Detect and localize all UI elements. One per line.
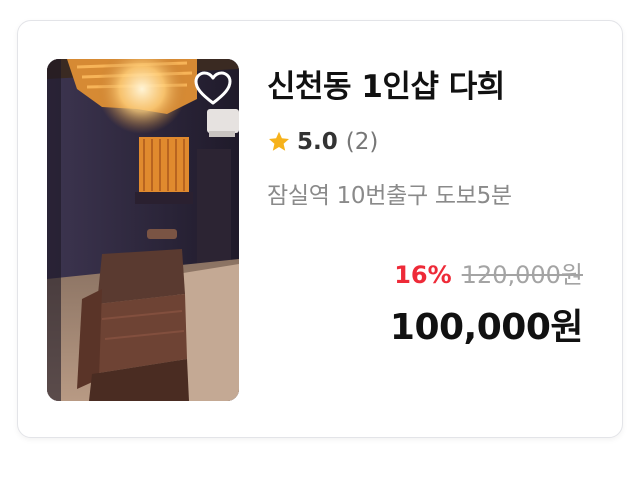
listing-image[interactable] — [47, 59, 239, 401]
massage-room-photo — [47, 59, 239, 401]
original-price: 120,000원 — [461, 261, 583, 289]
location-text: 잠실역 10번출구 도보5분 — [267, 183, 512, 209]
rating-score: 5.0 — [297, 129, 338, 155]
review-count: (2) — [345, 129, 379, 155]
sale-price: 100,000원 — [389, 307, 584, 348]
heart-outline-icon[interactable] — [193, 69, 233, 109]
listing-card[interactable]: 신천동 1인샵 다희 5.0 (2) 잠실역 10번출구 도보5분 16% 12… — [17, 20, 623, 438]
discount-row: 16% 120,000원 — [394, 255, 583, 290]
star-icon — [269, 131, 289, 151]
listing-title[interactable]: 신천동 1인샵 다희 — [267, 61, 505, 106]
discount-rate: 16% — [394, 261, 452, 289]
rating-row: 5.0 (2) — [267, 124, 378, 160]
